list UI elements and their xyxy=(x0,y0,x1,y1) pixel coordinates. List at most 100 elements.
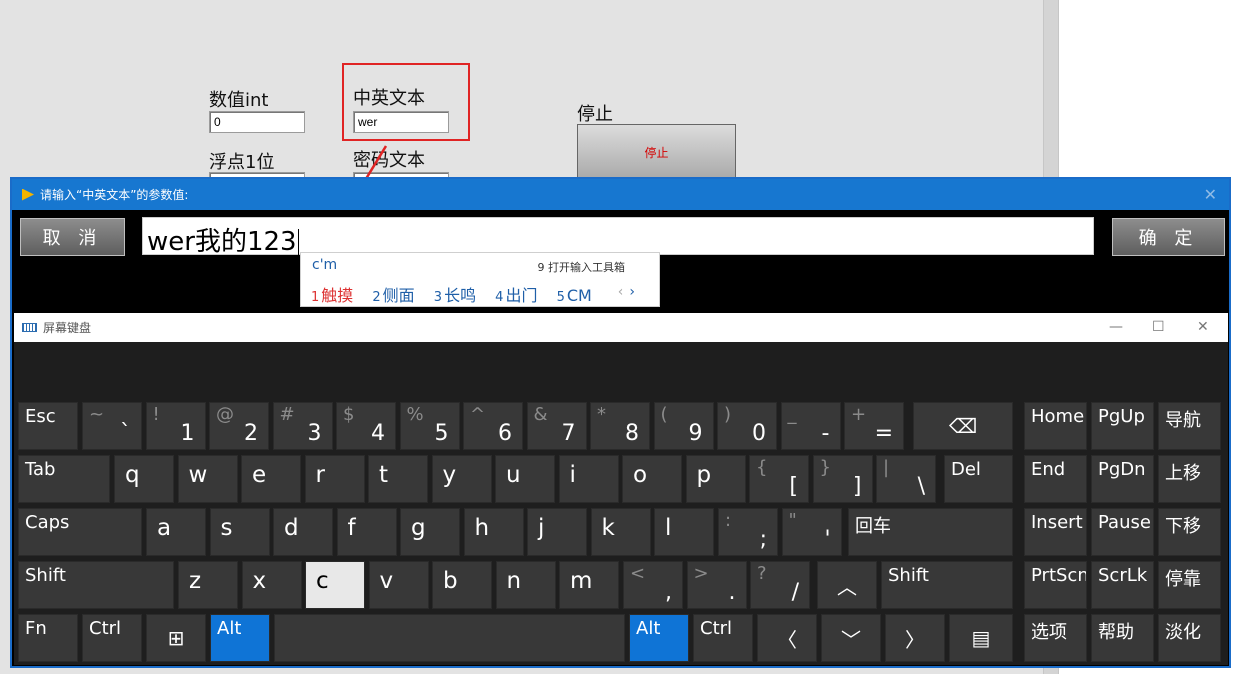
key-fade[interactable]: 淡化 xyxy=(1158,614,1221,662)
key-symbol[interactable]: }] xyxy=(812,455,873,503)
key-symbol[interactable]: #3 xyxy=(272,402,333,450)
key-ctrl-right[interactable]: Ctrl xyxy=(693,614,753,662)
key-letter[interactable]: d xyxy=(273,508,333,556)
key-symbol[interactable]: ? / xyxy=(750,561,810,609)
key-space[interactable] xyxy=(274,614,625,662)
key-letter[interactable]: h xyxy=(463,508,524,556)
stop-button[interactable]: 停止 xyxy=(577,124,736,180)
key-letter[interactable]: t xyxy=(368,455,428,503)
key-symbol[interactable]: | \ xyxy=(876,455,936,503)
key-symbol[interactable]: _ - xyxy=(780,402,841,450)
key-scrlk[interactable]: ScrLk xyxy=(1091,561,1154,609)
key-symbol[interactable]: % 5 xyxy=(399,402,460,450)
key-symbol[interactable]: :; xyxy=(718,508,778,556)
ime-candidate[interactable]: 4 出门 xyxy=(495,286,537,305)
ime-toolbox-link[interactable]: 9 打开输入工具箱 xyxy=(538,259,626,275)
key-symbol[interactable]: $4 xyxy=(336,402,396,450)
value-input[interactable]: wer我的123 xyxy=(142,217,1094,257)
key-pgup[interactable]: PgUp xyxy=(1091,402,1154,450)
key-letter[interactable]: f xyxy=(336,508,397,556)
key-letter[interactable]: b xyxy=(432,561,492,609)
key-letter[interactable]: a xyxy=(146,508,206,556)
key-symbol[interactable]: ) 0 xyxy=(717,402,777,450)
key-symbol[interactable]: @2 xyxy=(209,402,269,450)
key-home[interactable]: Home xyxy=(1024,402,1087,450)
ime-candidate[interactable]: 1 触摸 xyxy=(311,286,353,305)
close-icon[interactable]: ✕ xyxy=(1204,185,1217,204)
key-letter[interactable]: p xyxy=(685,455,746,503)
key-letter[interactable]: s xyxy=(209,508,270,556)
key-symbol[interactable]: >. xyxy=(686,561,747,609)
ime-page-nav[interactable]: ‹ › xyxy=(618,284,635,300)
key-help[interactable]: 帮助 xyxy=(1091,614,1154,662)
key-del[interactable]: Del xyxy=(944,455,1013,503)
ime-candidate[interactable]: 5 CM xyxy=(557,286,592,305)
key-insert[interactable]: Insert xyxy=(1024,508,1087,556)
key-tab[interactable]: Tab xyxy=(18,455,110,503)
key-arrow-left[interactable]: 〈 xyxy=(757,614,817,662)
key-symbol[interactable]: {[ xyxy=(749,455,809,503)
key-letter[interactable]: m xyxy=(559,561,619,609)
key-symbol[interactable]: (9 xyxy=(653,402,714,450)
key-letter[interactable]: k xyxy=(590,508,651,556)
key-shift-left[interactable]: Shift xyxy=(18,561,174,609)
key-backspace[interactable]: ⌫ xyxy=(913,402,1013,450)
key-arrow-right[interactable]: 〉 xyxy=(885,614,945,662)
key-symbol[interactable]: ! 1 xyxy=(145,402,206,450)
key-esc[interactable]: Esc xyxy=(18,402,78,450)
on-screen-keyboard: 屏幕键盘 — ☐ ✕ Esc ~ `! 1 @2 #3 $4% 5 ^ 6 & 7 * 8(9) 0 _ - + =… xyxy=(14,313,1228,665)
key-symbol[interactable]: ^ 6 xyxy=(463,402,523,450)
maximize-icon[interactable]: ☐ xyxy=(1152,319,1165,335)
minimize-icon[interactable]: — xyxy=(1109,319,1123,335)
key-alt-right[interactable]: Alt xyxy=(629,614,689,662)
key-letter[interactable]: w xyxy=(177,455,238,503)
key-dock[interactable]: 停靠 xyxy=(1158,561,1221,609)
key-pause[interactable]: Pause xyxy=(1091,508,1154,556)
key-alt-left[interactable]: Alt xyxy=(210,614,270,662)
key-letter[interactable]: i xyxy=(558,455,619,503)
key-letter[interactable]: z xyxy=(178,561,238,609)
key-shift-right[interactable]: Shift xyxy=(881,561,1013,609)
key-letter[interactable]: q xyxy=(114,455,174,503)
key-symbol[interactable]: & 7 xyxy=(526,402,587,450)
key-symbol[interactable]: ~ ` xyxy=(82,402,142,450)
key-letter[interactable]: e xyxy=(241,455,301,503)
key-symbol[interactable]: <, xyxy=(623,561,683,609)
key-symbol[interactable]: " ' xyxy=(781,508,842,556)
key-letter[interactable]: j xyxy=(527,508,587,556)
key-up[interactable]: 上移 xyxy=(1158,455,1221,503)
ok-button[interactable]: 确 定 xyxy=(1112,218,1225,256)
key-arrow-down[interactable]: ﹀ xyxy=(821,614,881,662)
key-end[interactable]: End xyxy=(1024,455,1087,503)
key-ctrl-left[interactable]: Ctrl xyxy=(82,614,142,662)
key-letter[interactable]: v xyxy=(368,561,429,609)
key-down[interactable]: 下移 xyxy=(1158,508,1221,556)
key-letter[interactable]: x xyxy=(241,561,302,609)
labview-icon xyxy=(22,188,34,201)
key-letter[interactable]: g xyxy=(400,508,460,556)
windows-icon[interactable]: ⊞ xyxy=(146,614,206,662)
key-arrow-up[interactable]: ︿ xyxy=(817,561,877,609)
key-pgdn[interactable]: PgDn xyxy=(1091,455,1154,503)
key-letter[interactable]: n xyxy=(495,561,556,609)
key-letter[interactable]: l xyxy=(654,508,714,556)
key-letter[interactable]: u xyxy=(495,455,555,503)
key-fn[interactable]: Fn xyxy=(18,614,78,662)
key-enter[interactable]: 回车 xyxy=(848,508,1013,556)
key-prtscn[interactable]: PrtScn xyxy=(1024,561,1087,609)
key-symbol[interactable]: * 8 xyxy=(590,402,650,450)
cancel-button[interactable]: 取 消 xyxy=(20,218,125,256)
key-menu[interactable]: ▤ xyxy=(949,614,1013,662)
key-letter[interactable]: o xyxy=(622,455,682,503)
key-nav[interactable]: 导航 xyxy=(1158,402,1221,450)
key-caps[interactable]: Caps xyxy=(18,508,142,556)
key-options[interactable]: 选项 xyxy=(1024,614,1087,662)
key-letter[interactable]: c xyxy=(305,561,365,609)
int-field[interactable]: 0 xyxy=(209,111,305,133)
ime-candidate[interactable]: 2 侧面 xyxy=(372,286,414,305)
key-letter[interactable]: y xyxy=(431,455,492,503)
close-icon[interactable]: ✕ xyxy=(1197,319,1209,335)
ime-candidate[interactable]: 3 长鸣 xyxy=(434,286,476,305)
key-symbol[interactable]: + = xyxy=(844,402,904,450)
key-letter[interactable]: r xyxy=(304,455,365,503)
